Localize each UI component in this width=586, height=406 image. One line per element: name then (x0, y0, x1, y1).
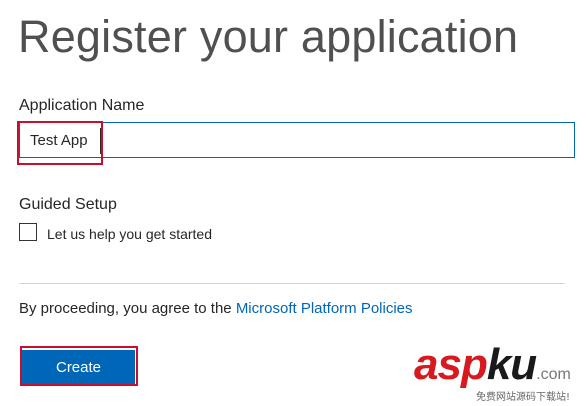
watermark-ku: ku (486, 340, 537, 389)
application-name-label: Application Name (19, 97, 145, 114)
guided-setup-checkbox-label[interactable]: Let us help you get started (47, 226, 212, 242)
section-divider (19, 283, 565, 284)
consent-prefix: By proceeding, you agree to the (19, 300, 236, 317)
application-name-input[interactable] (19, 122, 575, 158)
page-title: Register your application (18, 11, 519, 62)
text-caret (100, 128, 101, 154)
aspku-watermark: aspku.com 免费网站源码下载站! (414, 340, 582, 403)
create-button[interactable]: Create (22, 350, 135, 384)
watermark-tagline: 免费网站源码下载站! (476, 392, 571, 403)
guided-setup-checkbox[interactable] (19, 223, 37, 241)
watermark-asp: asp (414, 340, 488, 389)
watermark-tld: .com (536, 366, 571, 383)
platform-policies-link[interactable]: Microsoft Platform Policies (236, 300, 413, 317)
guided-setup-label: Guided Setup (19, 196, 117, 213)
consent-text: By proceeding, you agree to the Microsof… (19, 300, 413, 317)
